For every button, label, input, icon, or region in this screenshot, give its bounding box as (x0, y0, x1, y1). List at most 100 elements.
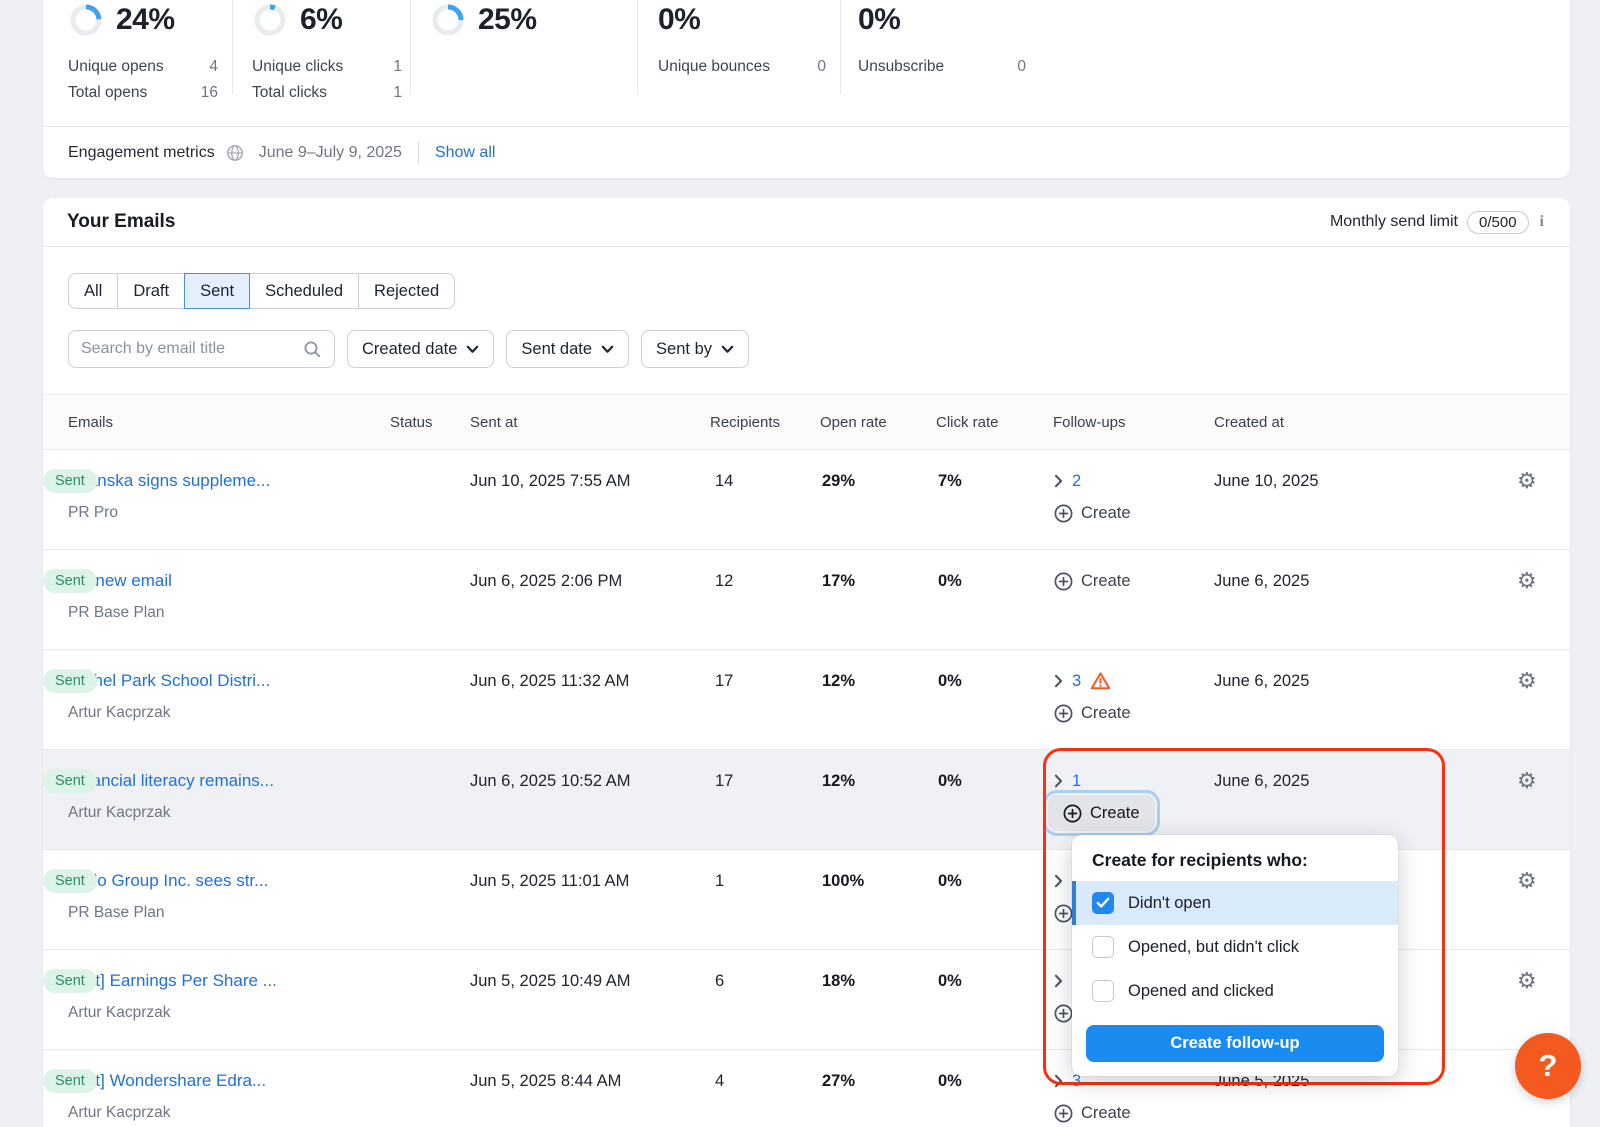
table-row[interactable]: Skanska signs suppleme... PR Pro Sent Ju… (43, 450, 1570, 550)
gear-icon[interactable]: ⚙︎ (1517, 564, 1537, 598)
followups-cell (1054, 964, 1063, 998)
table-header: EmailsStatusSent atRecipientsOpen rateCl… (43, 394, 1570, 450)
followups-count[interactable]: 3 (1072, 672, 1081, 691)
create-followup-link[interactable] (1054, 897, 1073, 929)
followups-count[interactable]: 1 (1072, 772, 1081, 791)
sent-at: Jun 5, 2025 10:49 AM (470, 964, 631, 998)
sent-date-dropdown[interactable]: Sent date (506, 330, 629, 368)
create-followup-submit-button[interactable]: Create follow-up (1086, 1025, 1384, 1062)
email-subtitle: PR Base Plan (68, 897, 165, 929)
column-header-recipients: Recipients (710, 395, 780, 449)
option-label: Opened and clicked (1128, 982, 1274, 1001)
chevron-right-icon[interactable] (1054, 474, 1063, 488)
metric-card: 0% Unique bounces 0 (658, 0, 826, 80)
column-header-status: Status (390, 395, 433, 449)
create-label: Create (1081, 1104, 1131, 1123)
question-mark-icon: ? (1539, 1048, 1558, 1084)
checkbox[interactable] (1092, 980, 1114, 1002)
sent-by-dropdown[interactable]: Sent by (641, 330, 749, 368)
status-cell: Sent (43, 1064, 97, 1098)
tab-sent[interactable]: Sent (184, 273, 250, 309)
panel-title: Your Emails (67, 211, 175, 233)
created-at: June 6, 2025 (1214, 664, 1309, 698)
plus-circle-icon (1054, 504, 1073, 523)
metrics-card: 24% Unique opens 4 Total opens 16 6% Uni… (43, 0, 1570, 178)
table-row[interactable]: My new email PR Base Plan Sent Jun 6, 20… (43, 550, 1570, 650)
create-label: Create (1090, 804, 1140, 823)
click-rate: 0% (938, 964, 962, 998)
created-at: June 6, 2025 (1214, 564, 1309, 598)
metric-percent: 6% (300, 3, 342, 37)
email-title-link[interactable]: [test] Earnings Per Share ... (68, 964, 277, 998)
create-followup-link[interactable]: Create (1054, 1097, 1131, 1127)
email-subtitle: Artur Kacprzak (68, 1097, 171, 1127)
tab-draft[interactable]: Draft (117, 273, 185, 309)
tab-rejected[interactable]: Rejected (358, 273, 455, 309)
popup-title: Create for recipients who: (1072, 835, 1398, 881)
sent-at: Jun 6, 2025 10:52 AM (470, 764, 631, 798)
gear-icon[interactable]: ⚙︎ (1517, 964, 1537, 998)
search-box[interactable] (68, 330, 335, 368)
email-title-link[interactable]: Hello Group Inc. sees str... (68, 864, 268, 898)
create-followup-link[interactable] (1054, 997, 1073, 1029)
gear-icon[interactable]: ⚙︎ (1517, 664, 1537, 698)
email-title-link[interactable]: [test] Wondershare Edra... (68, 1064, 266, 1098)
chevron-right-icon[interactable] (1054, 974, 1063, 988)
tab-all[interactable]: All (68, 273, 118, 309)
create-followup-link[interactable]: Create (1054, 564, 1131, 598)
gear-icon[interactable]: ⚙︎ (1517, 464, 1537, 498)
create-followup-button-focused[interactable]: Create (1048, 795, 1155, 831)
chevron-right-icon[interactable] (1054, 1074, 1063, 1088)
popup-options: Didn't open Opened, but didn't click Ope… (1072, 881, 1398, 1013)
search-input[interactable] (81, 340, 303, 358)
chevron-down-icon (721, 345, 734, 354)
create-label: Create (1081, 504, 1131, 523)
email-title-link[interactable]: Financial literacy remains... (68, 764, 274, 798)
gear-icon[interactable]: ⚙︎ (1517, 864, 1537, 898)
column-header-sent-at: Sent at (470, 395, 518, 449)
click-rate: 0% (938, 664, 962, 698)
engagement-metrics-label: Engagement metrics (68, 144, 215, 162)
checkbox-checked[interactable] (1092, 892, 1114, 914)
donut-chart (252, 2, 288, 38)
metric-percent: 0% (858, 3, 900, 37)
stat-value: 4 (209, 58, 218, 76)
info-icon[interactable]: i (1538, 213, 1546, 231)
gear-icon[interactable]: ⚙︎ (1517, 764, 1537, 798)
metric-stat: Unique clicks 1 (252, 54, 402, 80)
tab-scheduled[interactable]: Scheduled (249, 273, 359, 309)
stat-label: Unsubscribe (858, 58, 944, 76)
date-range: June 9–July 9, 2025 (259, 144, 402, 162)
popup-option-opened-but-didn-t-click[interactable]: Opened, but didn't click (1072, 925, 1398, 969)
created-at: June 6, 2025 (1214, 764, 1309, 798)
recipients-count: 1 (715, 864, 724, 898)
donut-chart (430, 2, 466, 38)
recipients-count: 17 (715, 764, 733, 798)
sent-at: Jun 5, 2025 11:01 AM (470, 864, 629, 898)
chevron-right-icon[interactable] (1054, 774, 1063, 788)
create-followup-link[interactable]: Create (1054, 697, 1131, 729)
stat-label: Unique opens (68, 58, 164, 76)
status-badge: Sent (43, 769, 97, 793)
dropdown-label: Sent date (521, 340, 592, 359)
stat-value: 1 (393, 84, 402, 102)
email-title-link[interactable]: Bethel Park School Distri... (68, 664, 270, 698)
followups-count[interactable]: 2 (1072, 472, 1081, 491)
chevron-right-icon[interactable] (1054, 874, 1063, 888)
email-title-link[interactable]: Skanska signs suppleme... (68, 464, 270, 498)
globe-icon (225, 143, 245, 163)
create-followup-link[interactable]: Create (1054, 497, 1131, 529)
created-date-dropdown[interactable]: Created date (347, 330, 494, 368)
popup-option-didn-t-open[interactable]: Didn't open (1072, 881, 1398, 925)
table-row[interactable]: Bethel Park School Distri... Artur Kacpr… (43, 650, 1570, 750)
metric-percent: 24% (116, 3, 175, 37)
show-all-link[interactable]: Show all (435, 144, 495, 162)
followups-cell: 1 (1054, 764, 1081, 798)
checkbox[interactable] (1092, 936, 1114, 958)
help-button[interactable]: ? (1515, 1033, 1581, 1099)
metric-percent: 25% (478, 3, 537, 37)
chevron-right-icon[interactable] (1054, 674, 1063, 688)
stat-label: Total clicks (252, 84, 327, 102)
click-rate: 7% (938, 464, 962, 498)
popup-option-opened-and-clicked[interactable]: Opened and clicked (1072, 969, 1398, 1013)
